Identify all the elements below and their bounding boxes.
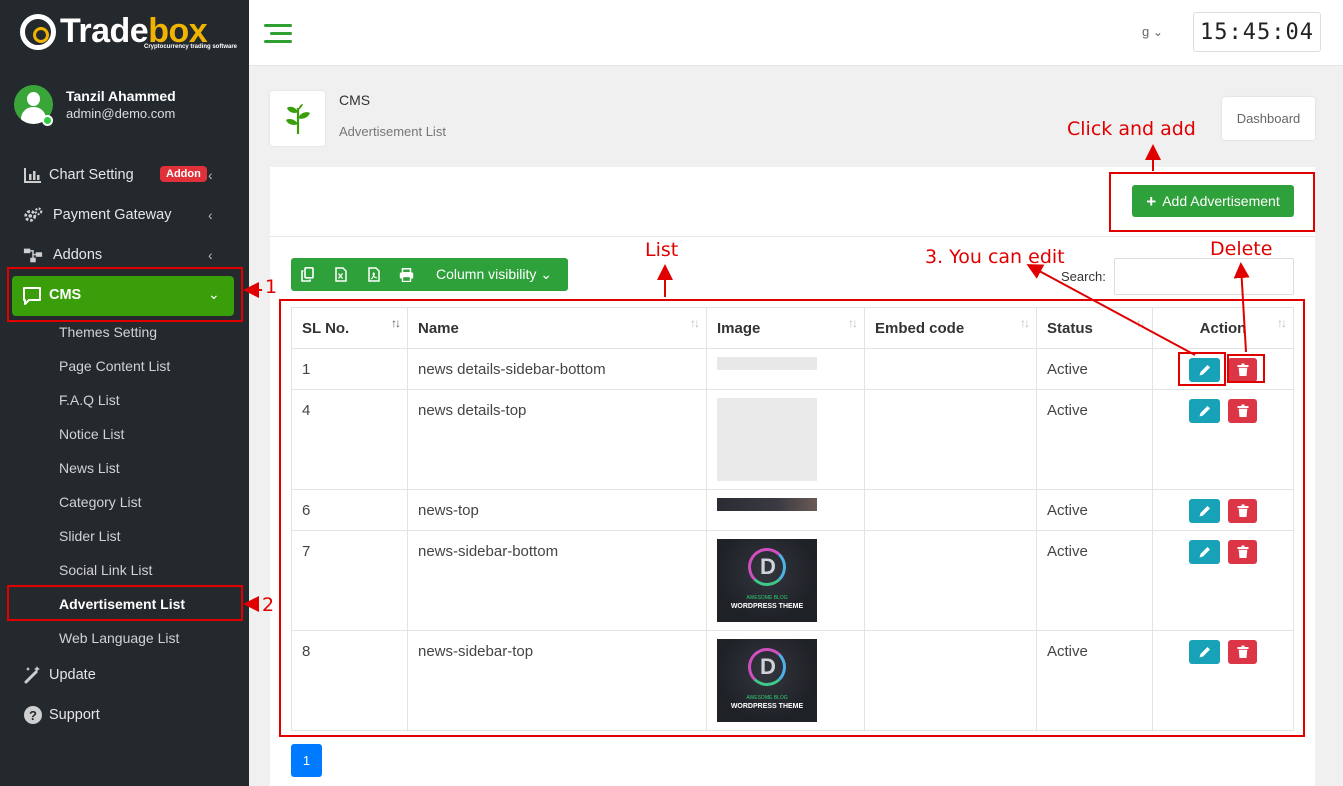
sidebar-item-update[interactable]: Update (0, 655, 249, 695)
logo-mark-icon (20, 14, 56, 50)
breadcrumb: Advertisement List (339, 124, 446, 139)
annotation-add: Click and add (1067, 118, 1196, 140)
export-toolbar: Column visibility ⌄ (291, 258, 568, 291)
column-visibility-button[interactable]: Column visibility ⌄ (436, 266, 552, 283)
pagination-page-1[interactable]: 1 (291, 744, 322, 777)
online-status-dot (42, 115, 53, 126)
annotation-box-list (279, 299, 1305, 737)
chevron-down-icon: ⌄ (1152, 25, 1163, 39)
logo-tagline: Cryptocurrency trading software (144, 44, 238, 50)
chevron-down-icon: ⌄ (540, 266, 552, 282)
search-input[interactable] (1114, 258, 1294, 295)
annotation-list: List (645, 239, 679, 261)
sidebar-subitem-web-language[interactable]: Web Language List (59, 630, 179, 646)
bar-chart-icon (23, 165, 43, 185)
sidebar-subitem-page-content[interactable]: Page Content List (59, 358, 170, 374)
sidebar: Tradebox Cryptocurrency trading software… (0, 0, 249, 786)
sidebar-subitem-social-link[interactable]: Social Link List (59, 562, 152, 578)
print-icon[interactable] (390, 258, 423, 291)
annotation-box-cms (7, 267, 243, 322)
menu-toggle-icon[interactable] (264, 23, 292, 43)
addon-badge: Addon (160, 166, 207, 182)
user-email: admin@demo.com (66, 106, 176, 121)
sidebar-item-payment-gateway[interactable]: Payment Gateway ‹ (0, 195, 249, 235)
user-name: Tanzil Ahammed (66, 88, 176, 104)
clock-display: 15:45:04 (1193, 12, 1321, 52)
sidebar-subitem-notice[interactable]: Notice List (59, 426, 124, 442)
sidebar-item-label: Payment Gateway (53, 207, 172, 223)
page-title: CMS (339, 92, 371, 108)
chevron-left-icon: ‹ (208, 247, 213, 263)
sidebar-item-label: Addons (53, 247, 103, 263)
excel-icon[interactable] (324, 258, 357, 291)
user-panel: Tanzil Ahammed admin@demo.com (14, 85, 244, 127)
annotation-box-edit (1178, 352, 1226, 386)
annotation-edit: 3. You can edit (925, 246, 1065, 268)
sidebar-subitem-faq[interactable]: F.A.Q List (59, 392, 120, 408)
sidebar-item-label: Update (49, 667, 96, 683)
pdf-icon[interactable] (357, 258, 390, 291)
sidebar-item-chart-setting[interactable]: Chart Setting Addon ‹ (0, 155, 249, 195)
dashboard-button[interactable]: Dashboard (1222, 97, 1315, 140)
annotation-delete: Delete (1210, 238, 1273, 260)
annotation-box-add (1109, 172, 1315, 232)
annotation-box-advertisement (7, 585, 243, 621)
annotation-step-1: 1 (265, 276, 278, 298)
sidebar-item-label: Chart Setting (49, 167, 134, 183)
sitemap-icon (23, 245, 43, 265)
sidebar-item-label: Support (49, 707, 100, 723)
card-divider (270, 236, 1315, 237)
sidebar-subitem-news[interactable]: News List (59, 460, 120, 476)
sidebar-subitem-slider[interactable]: Slider List (59, 528, 120, 544)
annotation-box-delete (1227, 354, 1265, 383)
gears-icon (23, 205, 43, 225)
language-dropdown[interactable]: g ⌄ (1142, 24, 1163, 39)
sidebar-subitem-category[interactable]: Category List (59, 494, 141, 510)
annotation-step-2: 2 (262, 594, 275, 616)
search-label: Search: (1061, 269, 1106, 284)
chevron-left-icon: ‹ (208, 207, 213, 223)
question-circle-icon: ? (23, 705, 43, 725)
sidebar-item-support[interactable]: ? Support (0, 695, 249, 735)
svg-text:?: ? (29, 708, 37, 723)
copy-icon[interactable] (291, 258, 324, 291)
leaf-icon (270, 91, 325, 146)
sidebar-subitem-themes-setting[interactable]: Themes Setting (59, 324, 157, 340)
magic-wand-icon (23, 665, 43, 685)
chevron-left-icon: ‹ (208, 167, 213, 183)
topbar: g ⌄ 15:45:04 (249, 0, 1343, 66)
brand-logo[interactable]: Tradebox Cryptocurrency trading software (20, 12, 237, 56)
